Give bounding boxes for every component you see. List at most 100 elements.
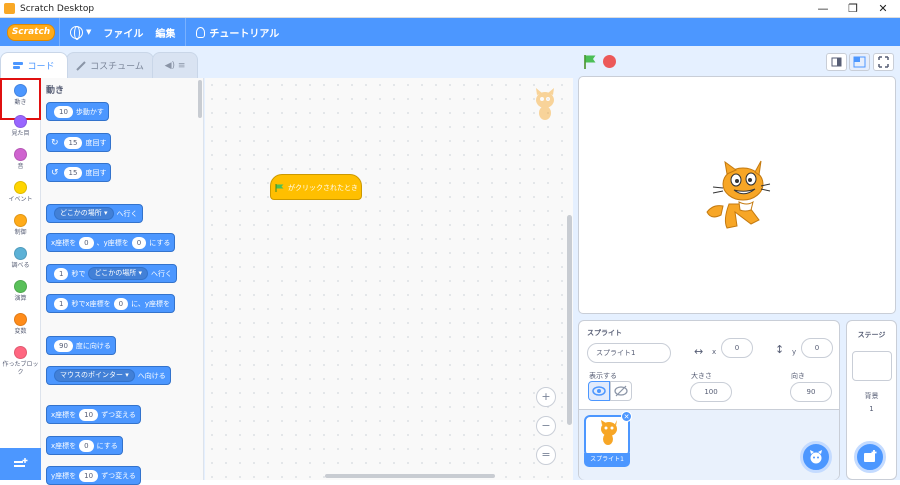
- edit-menu[interactable]: 編集: [149, 18, 181, 46]
- close-button[interactable]: ✕: [868, 0, 898, 18]
- block-dropdown[interactable]: どこかの場所 ▾: [54, 207, 114, 220]
- green-flag-button[interactable]: [582, 54, 598, 70]
- tab-code-label: コード: [27, 62, 55, 72]
- category-label: 調べる: [11, 262, 30, 269]
- scratch-cat-sprite[interactable]: [703, 160, 773, 232]
- category-color-dot: [14, 181, 27, 194]
- hide-sprite-button[interactable]: [610, 381, 632, 401]
- when-flag-clicked-block[interactable]: がクリックされたとき: [270, 174, 362, 200]
- block-goto[interactable]: どこかの場所 ▾ へ行く: [46, 204, 143, 223]
- block-text: 秒で: [71, 269, 86, 278]
- sprite-list: スプライト1 ✕: [579, 409, 839, 480]
- large-stage-button[interactable]: [849, 53, 870, 71]
- zoom-reset-icon: =: [541, 448, 551, 461]
- zoom-out-button[interactable]: −: [536, 416, 556, 436]
- block-point-towards[interactable]: マウスのポインター ▾ へ向ける: [46, 366, 171, 385]
- speaker-icon: ◀) ≡: [164, 60, 186, 71]
- fullscreen-button[interactable]: [873, 53, 894, 71]
- y-label: y: [792, 348, 797, 356]
- menu-bar: Scratch ▼ ファイル 編集 チュートリアル: [0, 18, 900, 46]
- block-input[interactable]: 15: [63, 166, 83, 179]
- block-input[interactable]: 0: [113, 297, 129, 310]
- x-field[interactable]: 0: [721, 338, 753, 358]
- dropdown-value: どこかの場所: [94, 269, 137, 277]
- script-area[interactable]: [205, 78, 573, 480]
- category-my-blocks[interactable]: 作ったブロック: [0, 342, 41, 384]
- script-scrollbar-horizontal[interactable]: [325, 474, 495, 478]
- block-input[interactable]: 0: [79, 439, 94, 452]
- block-input[interactable]: 10: [54, 105, 73, 118]
- add-extension-button[interactable]: [0, 448, 41, 480]
- category-color-dot: [14, 280, 27, 293]
- zoom-out-icon: −: [541, 419, 551, 432]
- add-backdrop-button[interactable]: [854, 441, 886, 473]
- direction-label: 向き: [791, 372, 805, 380]
- tutorials-menu[interactable]: チュートリアル: [190, 18, 285, 46]
- block-glide-to[interactable]: 1 秒で どこかの場所 ▾ へ行く: [46, 264, 178, 283]
- small-stage-button[interactable]: [826, 53, 847, 71]
- block-text: 度に向ける: [75, 341, 111, 350]
- block-input[interactable]: 0: [131, 236, 147, 249]
- app-icon: [4, 3, 15, 14]
- block-turn-right[interactable]: ↻ 15 度回す: [46, 133, 112, 152]
- size-label: 大きさ: [691, 372, 712, 380]
- block-input[interactable]: 0: [79, 236, 94, 249]
- rotate-left-icon: ↺: [51, 167, 59, 178]
- block-text: 度回す: [85, 138, 107, 147]
- show-sprite-button[interactable]: [588, 381, 610, 401]
- category-color-dot: [14, 84, 27, 97]
- sprite-name-field[interactable]: スプライト1: [587, 343, 671, 363]
- direction-field[interactable]: 90: [790, 382, 832, 402]
- language-menu[interactable]: ▼: [64, 18, 97, 46]
- block-input[interactable]: 15: [63, 136, 83, 149]
- stage-thumbnail[interactable]: [852, 351, 892, 381]
- palette-scrollbar[interactable]: [198, 80, 202, 118]
- block-move-steps[interactable]: 10 歩動かす: [46, 102, 109, 121]
- block-point-direction[interactable]: 90 度に向ける: [46, 336, 116, 355]
- category-label: 制御: [14, 229, 27, 236]
- block-dropdown[interactable]: マウスのポインター ▾: [54, 369, 135, 382]
- block-set-x[interactable]: x座標を 0 にする: [46, 436, 123, 455]
- block-input[interactable]: 1: [54, 297, 69, 310]
- file-menu[interactable]: ファイル: [97, 18, 149, 46]
- script-scrollbar-vertical[interactable]: [567, 215, 572, 425]
- category-label: 見た目: [11, 130, 30, 137]
- block-input[interactable]: 10: [79, 408, 99, 421]
- y-field[interactable]: 0: [801, 338, 833, 358]
- block-input[interactable]: 90: [54, 339, 73, 352]
- block-text: 、y座標を: [96, 238, 129, 247]
- zoom-in-button[interactable]: +: [536, 387, 556, 407]
- maximize-button[interactable]: ❐: [838, 0, 868, 18]
- block-text: へ向ける: [137, 371, 166, 380]
- block-text: にする: [149, 238, 171, 247]
- title-bar: Scratch Desktop — ❐ ✕: [0, 0, 900, 18]
- dropdown-value: マウスのポインター: [60, 371, 123, 379]
- green-flag-icon: [275, 184, 284, 192]
- zoom-reset-button[interactable]: =: [536, 445, 556, 465]
- delete-sprite-icon[interactable]: ✕: [621, 411, 632, 422]
- block-goto-xy[interactable]: x座標を 0 、y座標を 0 にする: [46, 233, 176, 252]
- block-glide-xy[interactable]: 1 秒でx座標を 0 に、y座標を: [46, 294, 176, 313]
- block-change-x[interactable]: x座標を 10 ずつ変える: [46, 405, 141, 424]
- block-dropdown[interactable]: どこかの場所 ▾: [88, 267, 149, 280]
- category-label: 演算: [14, 295, 27, 302]
- block-change-y[interactable]: y座標を 10 ずつ変える: [46, 466, 141, 485]
- minimize-button[interactable]: —: [808, 0, 838, 18]
- block-text: ずつ変える: [101, 410, 136, 419]
- scratch-logo[interactable]: Scratch: [7, 23, 55, 41]
- block-text: へ行く: [151, 269, 173, 278]
- tab-code[interactable]: コード: [0, 52, 68, 78]
- lightbulb-icon: [196, 26, 206, 38]
- block-turn-left[interactable]: ↺ 15 度回す: [46, 163, 112, 182]
- sprite-watermark-icon: [536, 88, 554, 120]
- size-field[interactable]: 100: [690, 382, 732, 402]
- stop-button[interactable]: [603, 55, 616, 68]
- rotate-right-icon: ↻: [51, 137, 59, 148]
- tab-sounds[interactable]: ◀) ≡: [152, 52, 198, 78]
- add-sprite-button[interactable]: [800, 441, 832, 473]
- chevron-down-icon: ▼: [86, 28, 92, 36]
- tab-costumes[interactable]: コスチューム: [66, 52, 154, 78]
- block-input[interactable]: 1: [54, 267, 69, 280]
- large-stage-icon: [853, 56, 866, 68]
- globe-icon: [70, 25, 83, 40]
